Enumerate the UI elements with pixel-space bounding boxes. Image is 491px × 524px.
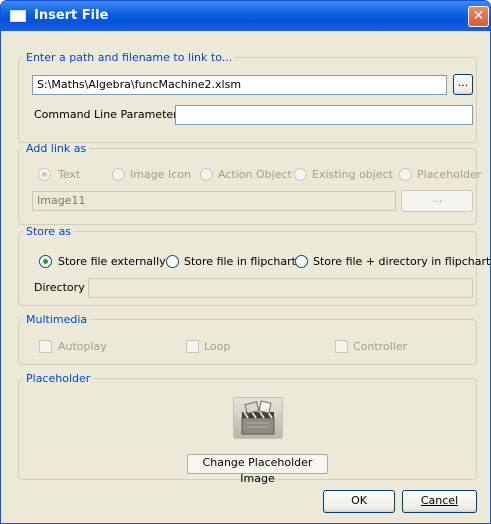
link-text-label: Text <box>58 168 81 181</box>
link-browse-button[interactable]: ... <box>401 190 473 212</box>
path-group: Enter a path and filename to link to... <box>18 51 477 143</box>
link-image-icon-radio[interactable] <box>112 168 125 181</box>
insert-file-dialog: Insert File ✕ Enter a path and filename … <box>0 0 491 524</box>
cancel-button[interactable]: Cancel <box>402 490 477 513</box>
controller-checkbox[interactable] <box>335 340 348 353</box>
add-link-legend: Add link as <box>26 142 87 155</box>
link-text-radio[interactable] <box>38 168 51 181</box>
directory-label: Directory <box>34 281 85 294</box>
dialog-body: Enter a path and filename to link to... … <box>4 31 491 522</box>
ok-button[interactable]: OK <box>323 490 395 513</box>
placeholder-legend: Placeholder <box>26 372 91 385</box>
command-line-label: Command Line Parameters <box>34 108 184 121</box>
command-line-input[interactable] <box>175 105 473 125</box>
add-link-group: Add link as <box>18 142 477 225</box>
change-placeholder-image-button[interactable]: Change Placeholder Image <box>187 454 328 485</box>
link-existing-object-label: Existing object <box>312 168 393 181</box>
path-input[interactable]: S:\Maths\Algebra\funcMachine2.xlsm <box>32 75 447 95</box>
multimedia-group: Multimedia <box>18 313 477 365</box>
link-text-input[interactable]: Image11 <box>32 191 396 211</box>
controller-label: Controller <box>353 340 408 353</box>
link-action-object-radio[interactable] <box>200 168 213 181</box>
placeholder-film-clapper-icon <box>233 397 283 439</box>
multimedia-legend: Multimedia <box>26 313 88 326</box>
link-existing-object-radio[interactable] <box>294 168 307 181</box>
store-externally-label: Store file externally <box>58 255 166 268</box>
store-with-directory-label: Store file + directory in flipchart <box>313 255 491 268</box>
loop-checkbox[interactable] <box>186 340 199 353</box>
autoplay-checkbox[interactable] <box>39 340 52 353</box>
store-externally-radio[interactable] <box>39 255 52 268</box>
browse-path-button[interactable]: ... <box>453 74 473 95</box>
link-placeholder-radio[interactable] <box>399 168 412 181</box>
link-action-object-label: Action Object <box>218 168 292 181</box>
loop-label: Loop <box>204 340 231 353</box>
window-title: Insert File <box>34 8 109 23</box>
store-with-directory-radio[interactable] <box>295 255 308 268</box>
link-placeholder-label: Placeholder <box>417 168 482 181</box>
store-in-flipchart-label: Store file in flipchart <box>184 255 296 268</box>
store-as-legend: Store as <box>26 225 72 238</box>
autoplay-label: Autoplay <box>58 340 107 353</box>
store-in-flipchart-radio[interactable] <box>166 255 179 268</box>
path-group-legend: Enter a path and filename to link to... <box>26 51 233 64</box>
link-image-icon-label: Image Icon <box>130 168 191 181</box>
directory-input[interactable] <box>88 278 473 298</box>
close-button[interactable]: ✕ <box>468 6 489 27</box>
window-icon <box>10 10 26 22</box>
title-bar[interactable]: Insert File ✕ <box>1 1 490 31</box>
